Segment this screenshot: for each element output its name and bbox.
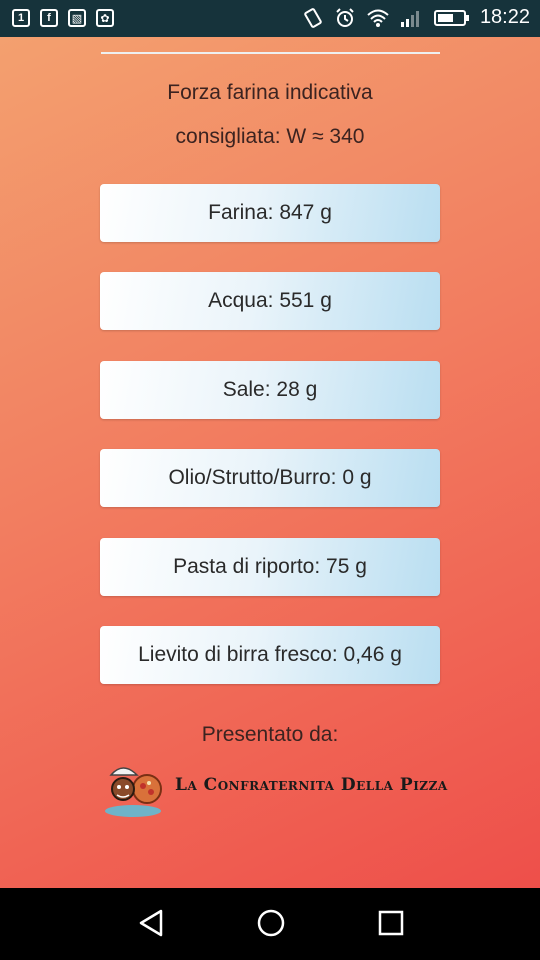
wifi-icon bbox=[367, 9, 389, 27]
flour-strength-line-1: Forza farina indicativa bbox=[167, 81, 373, 104]
logo-text: La Confraternita Della Pizza bbox=[175, 775, 448, 795]
home-icon[interactable] bbox=[256, 908, 286, 938]
result-button-salt[interactable]: Sale: 28 g bbox=[100, 361, 440, 419]
pizza-chef-logo-icon bbox=[105, 767, 162, 817]
result-button-old-dough[interactable]: Pasta di riporto: 75 g bbox=[100, 538, 440, 596]
app-icon: ✿ bbox=[96, 9, 114, 27]
presented-by-label: Presentato da: bbox=[201, 723, 339, 746]
navigation-bar bbox=[0, 888, 540, 960]
facebook-icon: f bbox=[40, 9, 58, 27]
back-icon[interactable] bbox=[137, 908, 165, 938]
notification-1-icon: 1 bbox=[12, 9, 30, 27]
confraternita-logo[interactable]: La Confraternita Della Pizza bbox=[103, 755, 447, 821]
gallery-icon: ▧ bbox=[68, 9, 86, 27]
main-content: Forza farina indicativa consigliata: W ≈… bbox=[0, 37, 540, 888]
status-bar: 1 f ▧ ✿ 18:22 bbox=[0, 0, 540, 37]
status-time: 18:22 bbox=[479, 6, 530, 28]
alarm-icon bbox=[336, 7, 354, 27]
notification-icons: 1 f ▧ ✿ bbox=[12, 9, 114, 27]
result-button-flour[interactable]: Farina: 847 g bbox=[100, 184, 440, 242]
vibrate-icon bbox=[304, 7, 322, 28]
result-button-yeast[interactable]: Lievito di birra fresco: 0,46 g bbox=[100, 626, 440, 684]
result-button-water[interactable]: Acqua: 551 g bbox=[100, 272, 440, 330]
result-button-fat[interactable]: Olio/Strutto/Burro: 0 g bbox=[100, 449, 440, 507]
recents-icon[interactable] bbox=[378, 908, 404, 938]
signal-icon bbox=[400, 10, 419, 27]
flour-strength-text: Forza farina indicativa consigliata: W ≈… bbox=[0, 71, 540, 159]
battery-icon bbox=[433, 9, 469, 26]
divider-line bbox=[101, 52, 440, 54]
system-icons: 18:22 bbox=[302, 6, 530, 29]
flour-strength-line-2: consigliata: W ≈ 340 bbox=[175, 125, 365, 148]
